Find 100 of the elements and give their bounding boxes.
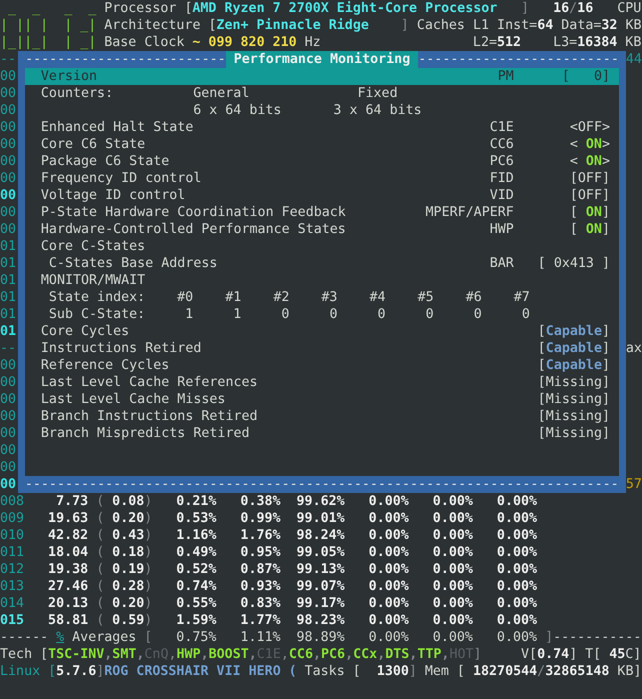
table-cell: 0 [281, 306, 290, 323]
table-cell: ( [96, 561, 104, 578]
status-value: [ 0] [562, 68, 610, 85]
key-label: PC6 [490, 153, 514, 170]
table-cell: ( [96, 595, 104, 612]
dashed-rule: ------ [0, 629, 48, 646]
kernel-version: Linux [5.7.6] [0, 663, 104, 680]
table-cell: 0.75% [176, 629, 216, 646]
table-cell: 0.00% [496, 544, 538, 561]
table-cell: 0.93% [240, 578, 281, 595]
column-value: 6 x 64 bits [193, 102, 282, 119]
dialog-row[interactable]: MONITOR/MWAIT [24, 272, 619, 289]
table-cell: 0.00% [432, 578, 473, 595]
table-cell: 20.13 [48, 595, 88, 612]
feature-name: CCx, [353, 646, 386, 663]
dialog-row[interactable]: C-States Base Address BAR [ 0x413 ] [24, 255, 619, 272]
dialog-row[interactable]: Branch Instructions Retired [Missing] [24, 408, 619, 425]
row-label: Enhanced Halt State [40, 119, 194, 136]
dialog-row[interactable]: Version PM [ 0] [24, 68, 619, 85]
averages-label: Averages [72, 629, 136, 646]
dialog-row[interactable]: Core Cycles [Capable] [24, 323, 619, 340]
cpu-label: CPU [617, 0, 642, 17]
status-value: [ ON] [570, 221, 610, 238]
row-number: 00 [0, 375, 16, 390]
row-label: MONITOR/MWAIT [40, 272, 146, 289]
cpu-count: 16/16 [553, 0, 594, 17]
status-value: [Missing] [538, 391, 610, 408]
dialog-row[interactable]: Last Level Cache Misses [Missing] [24, 391, 619, 408]
status-value: [Capable] [538, 357, 610, 374]
table-cell: 0.49% [176, 544, 216, 561]
dialog-row[interactable]: Reference Cycles [Capable] [24, 357, 619, 374]
logo-line: _ _ _ _ [7, 0, 96, 17]
row-label: Frequency ID control [40, 170, 202, 187]
core-number: 014 [0, 595, 24, 612]
dialog-row[interactable]: Last Level Cache References [Missing] [24, 374, 619, 391]
l1-cache-sizes: Caches L1 Inst=64 Data=32 KB [416, 17, 642, 34]
dialog-row[interactable]: Sub C-State: 1 1 0 0 0 0 0 0 [24, 306, 619, 323]
processor-label: Processor [ [104, 0, 192, 17]
l2-cache-size: L2=512 [472, 34, 522, 51]
table-cell: ( [96, 544, 104, 561]
table-cell: #5 [418, 289, 434, 306]
table-cell: 0.53% [176, 510, 216, 527]
dashed-border: -------------------------------------------------------------------------- [24, 476, 619, 493]
dialog-row[interactable]: 6 x 64 bits 3 x 64 bits [24, 102, 619, 119]
status-value: [Capable] [538, 323, 610, 340]
key-label: C1E [490, 119, 514, 136]
table-cell: 99.13% [296, 561, 345, 578]
table-cell: 0.00% [496, 561, 538, 578]
table-cell: 19.63 [48, 510, 88, 527]
temperature-reading: T[ 45C] [585, 646, 642, 663]
table-cell: 0.00% [496, 578, 538, 595]
table-cell: 1.77% [240, 612, 281, 629]
table-cell: 0.00% [496, 629, 538, 646]
row-label: Core Cycles [40, 323, 130, 340]
core-number: 010 [0, 527, 24, 544]
l3-cache-size: L3=16384 KB [553, 34, 642, 51]
row-number: -- [0, 341, 16, 356]
row-label: Core C6 State [40, 136, 146, 153]
bracket: ] [474, 646, 482, 663]
table-cell: 0.00% [432, 595, 473, 612]
key-label: HWP [490, 221, 514, 238]
dialog-row[interactable]: Hardware-Controlled Performance States HWP [ ON] [24, 221, 619, 238]
feature-name: SMT, [112, 646, 144, 663]
table-cell: ) [144, 612, 152, 629]
status-value: [Missing] [538, 425, 610, 442]
dialog-row[interactable]: Frequency ID control FID [OFF] [24, 170, 619, 187]
status-value: [OFF] [570, 170, 610, 187]
table-cell: 0.28 [112, 578, 144, 595]
dialog-row[interactable]: Branch Mispredicts Retired [Missing] [24, 425, 619, 442]
key-label: PM [498, 68, 514, 85]
table-cell: 99.05% [296, 544, 345, 561]
dialog-row[interactable]: State index: #0 #1 #2 #3 #4 #5 #6 #7 [24, 289, 619, 306]
table-cell: 0.43 [112, 527, 144, 544]
dialog-row[interactable]: Core C6 State CC6 < ON> [24, 136, 619, 153]
table-cell: 1.16% [176, 527, 216, 544]
table-cell: ( [96, 612, 104, 629]
row-label: Branch Mispredicts Retired [40, 425, 250, 442]
row-label: Branch Instructions Retired [40, 408, 258, 425]
dialog-row[interactable]: Enhanced Halt State C1E <OFF> [24, 119, 619, 136]
dialog-row[interactable]: Core C-States [24, 238, 619, 255]
table-cell: 19.38 [48, 561, 88, 578]
percent-toggle[interactable]: % [56, 629, 64, 646]
dialog-title: Performance Monitoring [226, 51, 418, 68]
dashed-border: ------------------------- [25, 51, 226, 68]
dialog-row[interactable]: Counters: General Fixed [24, 85, 619, 102]
status-value: < ON> [570, 153, 610, 170]
row-label: Instructions Retired [40, 340, 202, 357]
table-cell: 0.00% [496, 493, 538, 510]
bracket: ] [521, 0, 530, 17]
dialog-row[interactable]: Instructions Retired [Capable] [24, 340, 619, 357]
row-number: 00 [0, 69, 16, 84]
table-cell: 1.76% [240, 527, 281, 544]
dialog-row[interactable]: Package C6 State PC6 < ON> [24, 153, 619, 170]
dialog-row[interactable]: P-State Hardware Coordination Feedback MPERF/APERF [ ON] [24, 204, 619, 221]
feature-name: DTS, [385, 646, 418, 663]
core-number: 013 [0, 578, 24, 595]
row-number: 00 [0, 443, 16, 458]
table-cell: 0.20 [112, 510, 144, 527]
table-cell: 0 [522, 306, 530, 323]
dialog-row[interactable]: Voltage ID control VID [OFF] [24, 187, 619, 204]
